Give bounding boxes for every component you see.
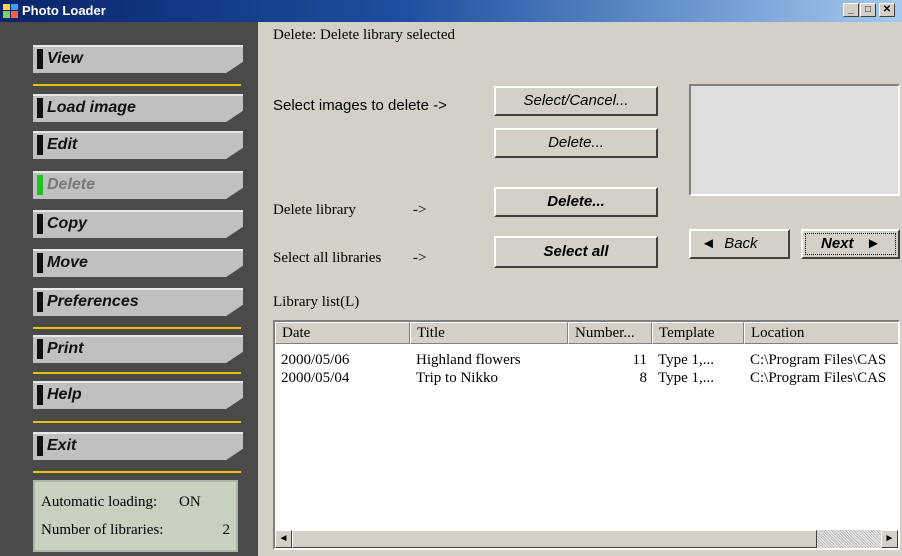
minimize-button[interactable]: _ [843,3,859,17]
close-button[interactable]: ✕ [879,3,895,17]
column-header-location[interactable]: Location [744,322,898,344]
exit-label: Exit [47,437,77,454]
view-button[interactable]: View [33,45,243,73]
scrollbar-track[interactable] [817,530,881,548]
row-location: C:\Program Files\CAS [750,352,887,368]
auto-loading-label: Automatic loading: [41,494,158,510]
delete-label: Delete [47,176,96,193]
menu-marker [37,253,43,273]
column-header-number[interactable]: Number... [568,322,652,344]
back-button[interactable]: ◄ Back [689,229,790,259]
menu-marker [37,436,43,456]
menu-marker [37,135,43,155]
title-bar: Photo Loader _ □ ✕ [0,0,902,22]
delete-library-label: Delete library [273,202,356,218]
library-list-label: Library list(L) [273,294,360,310]
next-button[interactable]: Next ► [801,229,900,259]
row-template: Type 1,... [658,370,715,386]
select-all-arrow: -> [413,250,427,266]
row-number: 11 [632,352,647,368]
next-label: Next [821,235,854,252]
copy-label: Copy [47,215,87,232]
horizontal-scrollbar[interactable]: ◄ ► [275,530,898,548]
row-number: 8 [639,370,648,386]
maximize-button[interactable]: □ [860,3,876,17]
scrollbar-thumb[interactable] [292,530,817,548]
help-button[interactable]: Help [33,381,243,409]
separator [33,327,241,329]
column-header-template[interactable]: Template [652,322,744,344]
status-box: Automatic loading: ON Number of librarie… [33,480,238,552]
navigation-panel: View Load image Edit Delete Copy Move Pr… [0,22,258,556]
close-icon: ✕ [882,4,892,15]
delete-images-button[interactable]: Delete... [494,128,658,158]
column-header-date[interactable]: Date [275,322,410,344]
edit-button[interactable]: Edit [33,131,243,159]
select-images-label: Select images to delete -> [273,97,447,114]
main-content: Delete: Delete library selected Select i… [258,22,902,556]
row-template: Type 1,... [658,352,715,368]
scroll-left-icon: ◄ [278,533,289,544]
maximize-icon: □ [864,4,872,15]
mode-text: Delete: Delete library selected [273,27,455,43]
menu-marker [37,339,43,359]
menu-marker [37,98,43,118]
load-image-label: Load image [47,99,136,116]
scroll-right-button[interactable]: ► [881,530,898,548]
back-label: Back [724,235,758,252]
left-arrow-icon: ◄ [701,235,716,252]
view-label: View [47,50,83,67]
separator [33,372,241,374]
move-label: Move [47,254,88,271]
select-cancel-button[interactable]: Select/Cancel... [494,86,658,116]
print-button[interactable]: Print [33,335,243,363]
right-arrow-icon: ► [866,235,881,252]
load-image-button[interactable]: Load image [33,94,243,122]
select-all-button[interactable]: Select all [494,236,658,268]
preferences-label: Preferences [47,293,139,310]
help-label: Help [47,386,82,403]
menu-marker [37,385,43,405]
active-marker [37,175,43,195]
edit-label: Edit [47,136,78,153]
row-date: 2000/05/06 [281,352,350,368]
copy-button[interactable]: Copy [33,210,243,238]
library-list[interactable]: Date Title Number... Template Location 2… [273,320,900,550]
scroll-left-button[interactable]: ◄ [275,530,292,548]
delete-library-button[interactable]: Delete... [494,187,658,217]
num-libraries-value: 2 [222,522,231,538]
num-libraries-label: Number of libraries: [41,522,164,538]
window-title: Photo Loader [22,3,106,18]
image-preview [689,84,900,196]
row-date: 2000/05/04 [281,370,350,386]
move-button[interactable]: Move [33,249,243,277]
photo-loader-icon [3,4,18,18]
exit-button[interactable]: Exit [33,432,243,460]
column-header-title[interactable]: Title [410,322,568,344]
print-label: Print [47,340,84,357]
delete-library-arrow: -> [413,202,427,218]
select-all-label: Select all libraries [273,250,382,266]
menu-marker [37,49,43,69]
separator [33,421,241,423]
auto-loading-value: ON [179,494,201,510]
preferences-button[interactable]: Preferences [33,288,243,316]
menu-marker [37,292,43,312]
minimize-icon: _ [848,4,854,15]
delete-button[interactable]: Delete [33,171,243,199]
menu-marker [37,214,43,234]
row-location: C:\Program Files\CAS [750,370,887,386]
row-title: Highland flowers [416,352,521,368]
scroll-right-icon: ► [884,533,895,544]
row-title: Trip to Nikko [416,370,498,386]
separator [33,84,241,86]
separator [33,471,241,473]
